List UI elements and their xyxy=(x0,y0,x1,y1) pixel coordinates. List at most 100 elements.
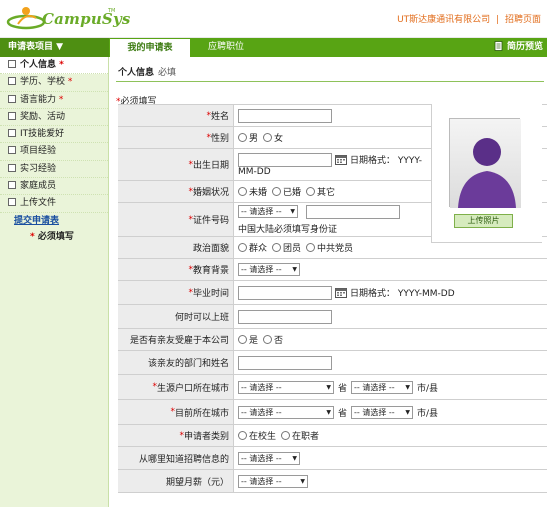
radio[interactable] xyxy=(263,335,273,344)
id-number-input[interactable] xyxy=(306,204,400,219)
radio[interactable] xyxy=(263,133,273,142)
sidebar-item-label: 学历、学校 xyxy=(20,77,66,88)
checkbox[interactable] xyxy=(8,198,16,207)
sidebar-item-language[interactable]: 语言能力 * xyxy=(0,92,108,109)
sidebar-item-internship[interactable]: 实习经验 xyxy=(0,161,108,179)
sidebar-item-awards[interactable]: 奖励、活动 xyxy=(0,109,108,127)
sidebar-item-education[interactable]: 学历、学校 * xyxy=(0,74,108,92)
expected-salary-select[interactable]: -- 请选择 -- ▼ xyxy=(238,474,308,488)
info-source-select[interactable]: -- 请选择 -- ▼ xyxy=(238,451,300,465)
marital-married-option[interactable]: 已婚 xyxy=(272,185,301,198)
resume-preview-button[interactable]: 简历预览 xyxy=(494,38,543,57)
field-label-text: 姓名 xyxy=(210,112,229,122)
province-label: 省 xyxy=(338,408,348,419)
political-masses-option[interactable]: 群众 xyxy=(238,241,267,254)
checkbox[interactable] xyxy=(8,77,16,86)
radio[interactable] xyxy=(238,187,247,196)
field-label-text: 教育背景 xyxy=(192,266,229,276)
option-label: 是 xyxy=(249,336,259,346)
checkbox[interactable] xyxy=(8,129,16,138)
field-label: 从哪里知道招聘信息的 xyxy=(118,447,234,469)
checkbox[interactable] xyxy=(8,181,16,190)
recruit-home-link[interactable]: 招聘页面 xyxy=(505,15,541,25)
sidebar-item-upload[interactable]: 上传文件 xyxy=(0,195,108,213)
main-content: 个人信息 必填 *必须填写 * 姓名 * 性别 男 女 * 出生日期 日期格式：… xyxy=(110,57,547,507)
field-value: 未婚 已婚 其它 xyxy=(234,181,434,202)
campusys-logo[interactable]: CampuSys TM xyxy=(6,2,130,34)
radio[interactable] xyxy=(306,243,316,252)
current-province-select[interactable]: -- 请选择 -- ▼ xyxy=(238,405,334,419)
relatives-yes-option[interactable]: 是 xyxy=(238,333,258,346)
option-label: 已婚 xyxy=(283,188,302,198)
upload-photo-button[interactable]: 上传照片 xyxy=(454,214,513,228)
sidebar-item-projects[interactable]: 项目经验 xyxy=(0,143,108,161)
option-label: 其它 xyxy=(317,188,336,198)
radio[interactable] xyxy=(306,187,316,196)
field-label: 政治面貌 xyxy=(118,237,234,258)
name-input[interactable] xyxy=(238,108,332,123)
calendar-icon[interactable] xyxy=(335,287,347,298)
radio[interactable] xyxy=(238,243,247,252)
sidebar: 个人信息 * 学历、学校 * 语言能力 * 奖励、活动 IT技能爱好 项目经验 … xyxy=(0,57,109,507)
option-label: 男 xyxy=(249,134,259,144)
start-date-input[interactable] xyxy=(238,309,332,324)
required-mark: * xyxy=(58,94,64,105)
submit-application-link[interactable]: 提交申请表 xyxy=(0,213,108,230)
checkbox[interactable] xyxy=(8,163,16,172)
chevron-down-icon: ▼ xyxy=(290,208,295,215)
hukou-city-select[interactable]: -- 请选择 -- ▼ xyxy=(351,380,414,394)
calendar-icon[interactable] xyxy=(335,154,347,165)
field-value: -- 请选择 -- ▼ xyxy=(234,259,547,280)
tab-my-application[interactable]: 我的申请表 xyxy=(110,38,190,57)
field-value: 是 否 xyxy=(234,329,547,350)
radio[interactable] xyxy=(272,243,282,252)
radio[interactable] xyxy=(281,431,291,440)
radio[interactable] xyxy=(238,431,247,440)
sidebar-item-it-skills[interactable]: IT技能爱好 xyxy=(0,126,108,144)
application-menu-title[interactable]: 申请表项目 ▼ xyxy=(0,38,109,57)
select-value: -- 请选择 -- xyxy=(241,207,282,216)
marital-other-option[interactable]: 其它 xyxy=(306,185,335,198)
date-format-hint: 日期格式： YYYY- xyxy=(350,156,423,166)
field-label-text: 证件号码 xyxy=(192,216,229,226)
field-label-text: 目前所在城市 xyxy=(174,408,229,419)
sidebar-item-family[interactable]: 家庭成员 xyxy=(0,178,108,196)
field-label: * 婚姻状况 xyxy=(118,181,234,202)
form-row-start-date: 何时可以上班 xyxy=(118,305,547,329)
applicant-employed-option[interactable]: 在职者 xyxy=(281,429,319,442)
checkbox[interactable] xyxy=(8,111,16,120)
radio[interactable] xyxy=(238,133,247,142)
graduation-date-input[interactable] xyxy=(238,285,332,300)
select-value: -- 请选择 -- xyxy=(241,382,282,392)
field-label-text: 性别 xyxy=(210,134,229,144)
birthdate-input[interactable] xyxy=(238,152,332,167)
relative-dept-input[interactable] xyxy=(238,355,332,370)
sidebar-item-personal-info[interactable]: 个人信息 * xyxy=(0,57,108,75)
hukou-province-select[interactable]: -- 请选择 -- ▼ xyxy=(238,380,334,394)
gender-female-option[interactable]: 女 xyxy=(263,131,283,144)
relatives-no-option[interactable]: 否 xyxy=(263,333,283,346)
radio[interactable] xyxy=(272,187,282,196)
checkbox[interactable] xyxy=(8,60,16,68)
company-link[interactable]: UT斯达康通讯有限公司 xyxy=(397,15,490,25)
tab-applied-positions[interactable]: 应聘职位 xyxy=(196,38,256,57)
marital-single-option[interactable]: 未婚 xyxy=(238,185,267,198)
id-type-select[interactable]: -- 请选择 -- ▼ xyxy=(238,205,298,218)
checkbox[interactable] xyxy=(8,146,16,155)
option-label: 群众 xyxy=(249,244,268,254)
field-value: 日期格式： YYYY- MM-DD xyxy=(234,149,434,180)
radio[interactable] xyxy=(238,335,247,344)
current-city-select[interactable]: -- 请选择 -- ▼ xyxy=(351,405,414,419)
form-row-expected-salary: 期望月薪（元） -- 请选择 -- ▼ xyxy=(118,470,547,493)
field-value: 在校生 在职者 xyxy=(234,425,547,446)
political-party-option[interactable]: 中共党员 xyxy=(306,241,353,254)
field-value xyxy=(234,351,547,374)
checkbox[interactable] xyxy=(8,94,16,103)
applicant-student-option[interactable]: 在校生 xyxy=(238,429,276,442)
education-select[interactable]: -- 请选择 -- ▼ xyxy=(238,263,300,276)
political-league-option[interactable]: 团员 xyxy=(272,241,301,254)
field-value: 男 女 xyxy=(234,127,434,148)
gender-male-option[interactable]: 男 xyxy=(238,131,258,144)
resume-preview-label: 简历预览 xyxy=(506,42,543,52)
form-row-applicant-type: * 申请者类别 在校生 在职者 xyxy=(118,425,547,447)
